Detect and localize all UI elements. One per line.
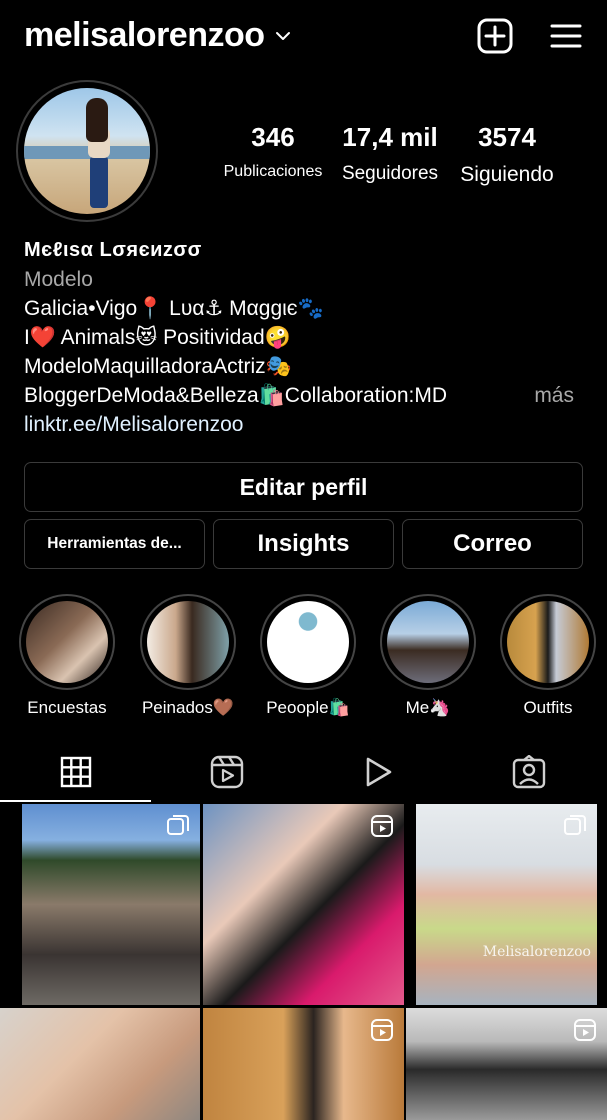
bio-website-link[interactable]: linktr.ee/Melisalorenzoo [24, 410, 584, 439]
highlight-label: Peinados🤎 [141, 698, 235, 717]
tab-reels[interactable] [151, 741, 302, 803]
profile-tabs [0, 741, 607, 803]
post-thumbnail[interactable] [22, 804, 200, 1005]
following-count: 3574 [478, 122, 536, 152]
followers-count: 17,4 mil [342, 122, 438, 152]
highlight-cover [507, 601, 589, 683]
highlight-cover [387, 601, 469, 683]
posts-label: Publicaciones [223, 163, 323, 180]
menu-icon[interactable] [548, 18, 584, 54]
active-tab-indicator [0, 800, 151, 802]
highlight-encuestas[interactable]: Encuestas [19, 594, 115, 718]
reel-icon [371, 815, 393, 837]
stat-posts[interactable]: 346 Publicaciones [220, 122, 326, 181]
posts-count: 346 [251, 122, 295, 152]
carousel-icon [564, 815, 586, 835]
grid-icon [60, 756, 91, 788]
posts-grid: Melisalorenzoo [0, 804, 607, 1120]
tab-grid[interactable] [0, 741, 151, 803]
highlight-cover [26, 601, 108, 683]
highlight-label: Me🦄 [405, 698, 451, 717]
carousel-icon [167, 815, 189, 835]
bio-line: Galicia•Vigo📍 Lυα⚓ Mαggιє🐾 [24, 297, 324, 320]
post-thumbnail[interactable] [0, 1008, 200, 1120]
highlight-outfits[interactable]: Outfits [500, 594, 596, 718]
highlight-peoople[interactable]: Peoople🛍️ [260, 594, 356, 718]
highlight-label: Encuestas [27, 698, 107, 717]
following-label: Siguiendo [460, 163, 554, 186]
profile-bio: Mєℓιѕα Lσяєиzσσ Modelo Galicia•Vigo📍 Lυα… [24, 236, 584, 439]
post-thumbnail[interactable] [406, 1008, 607, 1120]
post-thumbnail[interactable] [203, 804, 404, 1005]
category-label: Modelo [24, 268, 93, 291]
tagged-icon [512, 755, 545, 789]
highlight-cover [267, 601, 349, 683]
stat-following[interactable]: 3574 Siguiendo [452, 122, 562, 187]
tools-button[interactable]: Herramientas de... [24, 519, 205, 569]
post-thumbnail[interactable] [203, 1008, 404, 1120]
highlight-peinados[interactable]: Peinados🤎 [140, 594, 236, 718]
followers-label: Seguidores [341, 163, 439, 184]
tab-tagged[interactable] [453, 741, 604, 803]
bio-line: I❤️ Animals😻 Positividad🤪 [24, 326, 291, 349]
profile-header: melisalorenzoo [0, 0, 607, 74]
bio-more-link[interactable]: más [534, 381, 574, 410]
highlight-me[interactable]: Me🦄 [380, 594, 476, 718]
watermark-text: Melisalorenzoo [482, 944, 591, 960]
stat-followers[interactable]: 17,4 mil Seguidores [336, 122, 444, 185]
avatar[interactable] [24, 88, 150, 214]
play-icon [366, 757, 391, 787]
account-switcher[interactable]: melisalorenzoo [24, 16, 291, 55]
highlight-label: Peoople🛍️ [266, 698, 350, 717]
post-thumbnail[interactable]: Melisalorenzoo [416, 804, 597, 1005]
highlight-cover [147, 601, 229, 683]
reels-icon [210, 755, 243, 789]
email-button[interactable]: Correo [402, 519, 583, 569]
bio-line: ModeloMaquilladoraActriz🎭 [24, 355, 292, 378]
new-post-icon[interactable] [477, 18, 513, 54]
reel-icon [574, 1019, 596, 1041]
insights-button[interactable]: Insights [213, 519, 394, 569]
edit-profile-button[interactable]: Editar perfil [24, 462, 583, 512]
bio-line: BloggerDeModa&Belleza🛍️Collaboration:MD [24, 384, 448, 407]
reel-icon [371, 1019, 393, 1041]
chevron-down-icon [275, 31, 290, 40]
display-name: Mєℓιѕα Lσяєиzσσ [24, 239, 202, 261]
username-label: melisalorenzoo [24, 16, 265, 54]
tab-videos[interactable] [302, 741, 453, 803]
highlight-label: Outfits [523, 698, 573, 717]
